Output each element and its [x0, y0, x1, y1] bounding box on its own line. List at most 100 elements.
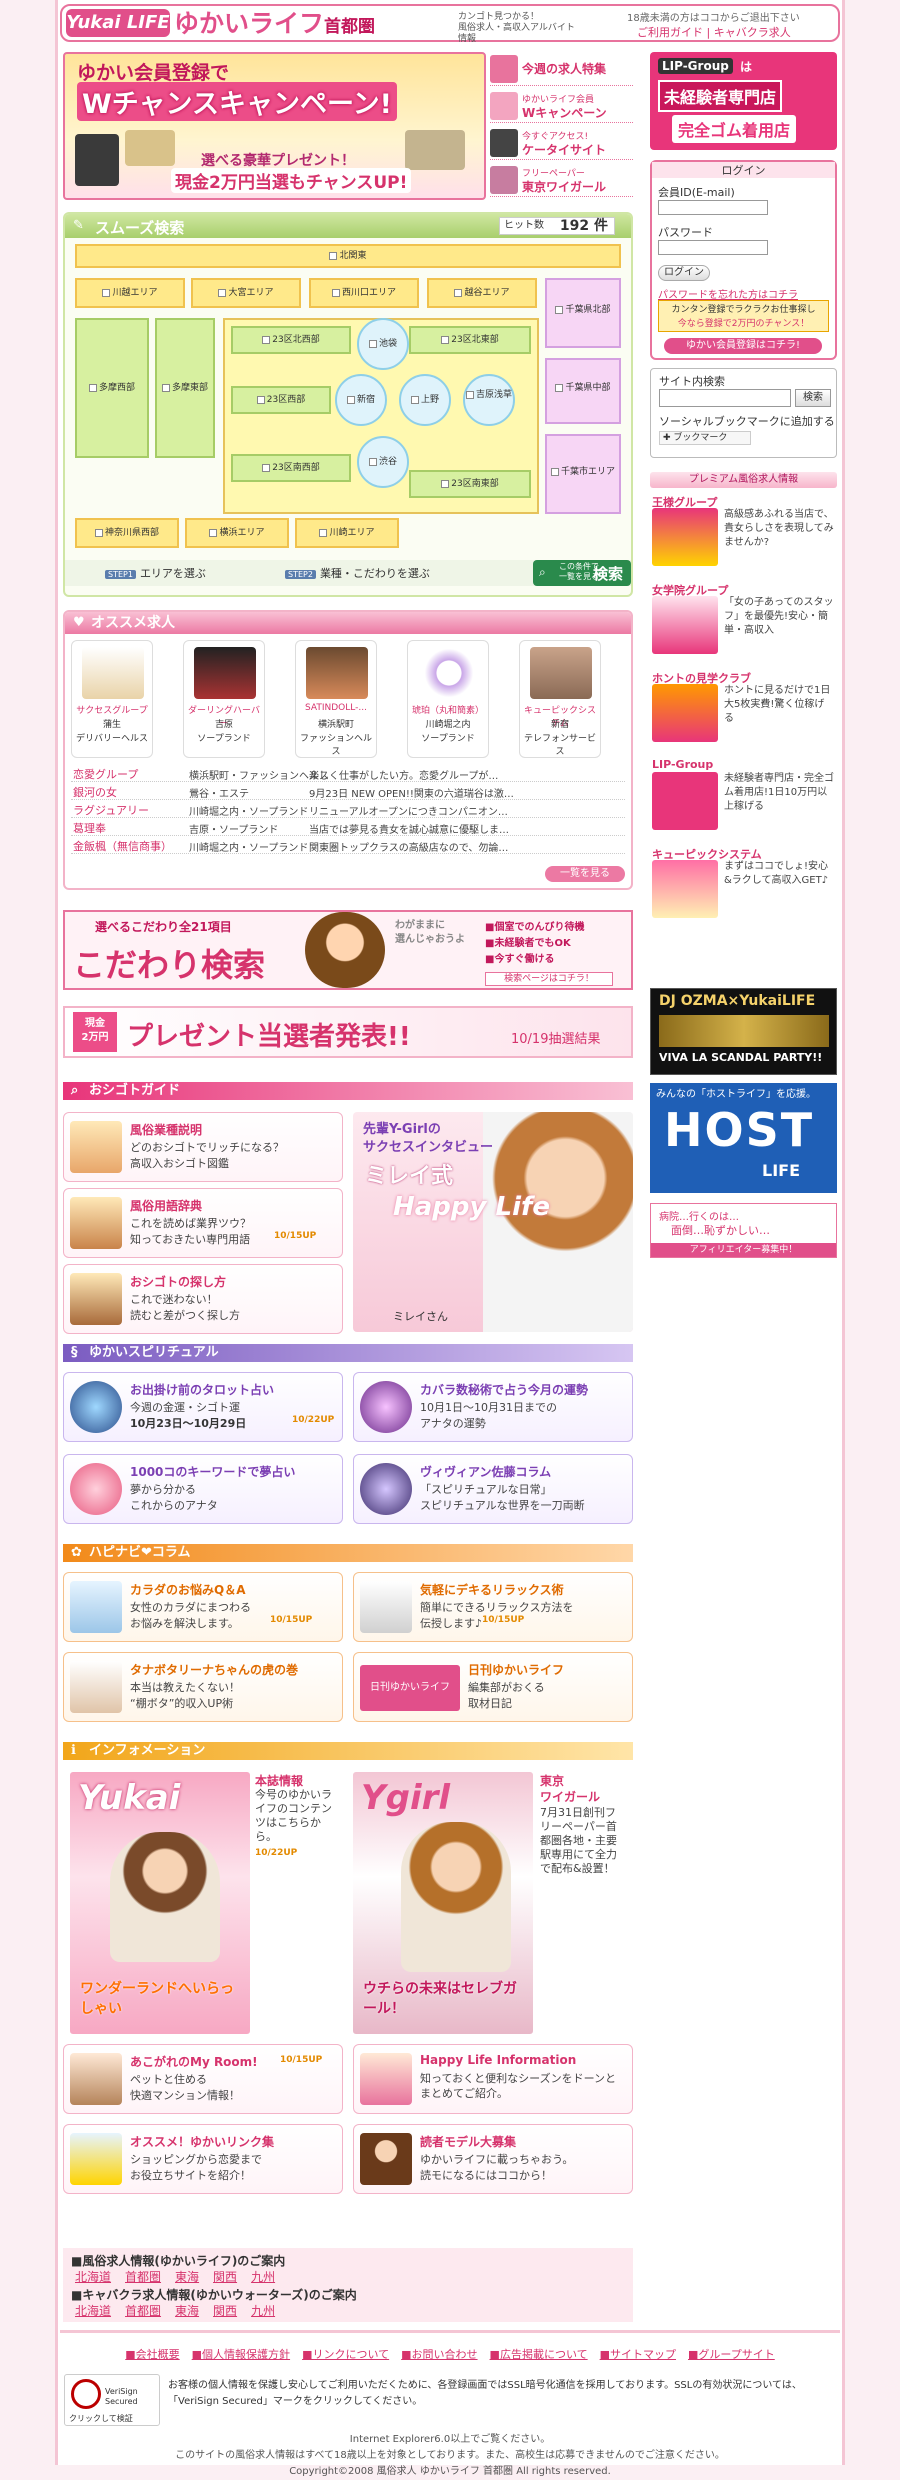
rec-card[interactable]: キューピックシステム 新宿 テレフォンサービス — [519, 640, 601, 758]
area-shibuya[interactable]: 渋谷 — [357, 436, 409, 488]
info-card[interactable]: オススメ！ゆかいリンク集 ショッピングから恋愛まで お役立ちサイトを紹介！ — [63, 2124, 343, 2194]
area-checkbox[interactable] — [555, 383, 564, 392]
table-row[interactable]: ラグジュアリー 川崎堀之内・ソープランド リニューアルオープンにつきコンパニオン… — [71, 800, 625, 818]
table-row[interactable]: 恋愛グループ 横浜駅町・ファッションヘルス 楽しく仕事がしたい方。恋愛グループが… — [71, 764, 625, 782]
area-checkbox[interactable] — [102, 288, 111, 297]
column-card[interactable]: 気軽にデキるリラックス術 簡単にできるリラックス方法を 伝授します♪ 10/15UP — [353, 1572, 633, 1642]
rec-card[interactable]: ダーリングハーバー 吉原 ソープランド — [183, 640, 265, 758]
area-kawasaki[interactable]: 川崎エリア — [295, 518, 399, 548]
info-card[interactable]: あこがれのMy Room! ペットと住める 快適マンション情報！ 10/15UP — [63, 2044, 343, 2114]
mag2-title-2[interactable]: ワイガール — [540, 1788, 600, 1805]
area-checkbox[interactable] — [331, 288, 340, 297]
area-link[interactable]: 首都圏 — [125, 2304, 161, 2318]
verisign-seal[interactable]: VeriSign Secured クリックして検証 — [64, 2374, 160, 2426]
area-tama-east[interactable]: 多摩東部 — [155, 318, 215, 458]
column-card[interactable]: タナボタリーナちゃんの虎の巻 本当は教えたくない！ “棚ボタ”的収入UP術 — [63, 1652, 343, 1722]
area-ikebukuro[interactable]: 池袋 — [357, 318, 409, 370]
bookmark-button[interactable]: ✚ ブックマーク — [659, 431, 751, 445]
host-life-banner[interactable]: みんなの「ホストライフ」を応援。 HOST LIFE — [650, 1083, 837, 1193]
area-checkbox[interactable] — [454, 288, 463, 297]
area-link[interactable]: 関西 — [213, 2270, 237, 2284]
topic-item[interactable]: ゆかいライフ会員 Wキャンペーン — [490, 89, 633, 123]
area-yokohama[interactable]: 横浜エリア — [185, 518, 289, 548]
footer-link[interactable]: ■リンクについて — [302, 2348, 389, 2361]
area-checkbox[interactable] — [88, 383, 97, 392]
site-brand[interactable]: ゆかいライフ首都圏 — [174, 9, 375, 42]
premium-item[interactable]: ホントの見学クラブ ホントに見るだけで1日大5枚実費!驚く位稼げる — [650, 670, 837, 760]
search-button[interactable]: 検索 — [795, 389, 831, 407]
spiritual-card[interactable]: カバラ数秘術で占う今月の運勢 10月1日〜10月31日までの アナタの運勢 — [353, 1372, 633, 1442]
area-checkbox[interactable] — [218, 288, 227, 297]
cabaret-link[interactable]: キャバクラ求人 — [714, 26, 791, 39]
area-checkbox[interactable] — [555, 305, 564, 314]
affiliate-banner[interactable]: 病院…行くのは… 面倒…恥ずかしい… アフィリエイター募集中！ — [650, 1203, 837, 1258]
usage-guide-link[interactable]: ご利用ガイド — [637, 26, 703, 39]
area-koshigaya[interactable]: 越谷エリア — [427, 278, 537, 308]
rec-card[interactable]: SATINDOLL-... 横浜駅町 ファッションヘルス — [295, 640, 377, 758]
footer-link[interactable]: ■お問い合わせ — [401, 2348, 477, 2361]
table-row[interactable]: 葛理奉 吉原・ソープランド 当店では夢見る貴女を誠心誠意に優駆しま… — [71, 818, 625, 836]
area-chiba-north[interactable]: 千葉県北部 — [545, 278, 621, 348]
area-link[interactable]: 九州 — [251, 2304, 275, 2318]
area-checkbox[interactable] — [441, 479, 450, 488]
area-checkbox[interactable] — [256, 395, 265, 404]
area-checkbox[interactable] — [368, 339, 377, 348]
spiritual-card[interactable]: 1000コのキーワードで夢占い 夢から分かる これからのアナタ — [63, 1454, 343, 1524]
area-shinjuku[interactable]: 新宿 — [335, 374, 387, 426]
area-checkbox[interactable] — [161, 383, 170, 392]
area-checkbox[interactable] — [262, 463, 271, 472]
area-ueno[interactable]: 上野 — [399, 374, 451, 426]
area-checkbox[interactable] — [209, 528, 218, 537]
footer-link[interactable]: ■グループサイト — [688, 2348, 775, 2361]
area-link[interactable]: 九州 — [251, 2270, 275, 2284]
site-logo[interactable]: Yukai LIFE — [66, 9, 170, 37]
area-checkbox[interactable] — [550, 467, 559, 476]
area-23ku-sw[interactable]: 23区南西部 — [231, 454, 351, 482]
guide-card[interactable]: 風俗業種説明 どのおシゴトでリッチになる？ 高収入おシゴト図鑑 — [63, 1112, 343, 1182]
area-23ku-west[interactable]: 23区西部 — [231, 386, 331, 414]
recommended-more-button[interactable]: 一覧を見る — [545, 866, 625, 882]
area-chiba-city[interactable]: 千葉市エリア — [545, 434, 621, 514]
info-card[interactable]: 読者モデル大募集 ゆかいライフに載っちゃおう。 読モになるにはココから！ — [353, 2124, 633, 2194]
kodawari-search-button[interactable]: 検索ページはコチラ！ — [485, 972, 613, 986]
login-id-input[interactable] — [658, 200, 768, 215]
footer-link[interactable]: ■会社概要 — [125, 2348, 179, 2361]
premium-item[interactable]: 王様グループ 高級感あふれる当店で、貴女らしさを表現してみませんか? — [650, 494, 837, 584]
footer-link[interactable]: ■個人情報保護方針 — [192, 2348, 290, 2361]
area-checkbox[interactable] — [410, 395, 419, 404]
table-row[interactable]: 銀河の女 鶯谷・エステ 9月23日 NEW OPEN!!関東の六道瑞谷は激… — [71, 782, 625, 800]
premium-item[interactable]: 女学院グループ 「女の子あってのスタッフ」を最優先!安心・簡単・高収入 — [650, 582, 837, 672]
area-nishiguchi[interactable]: 西川口エリア — [309, 278, 419, 308]
area-omiya[interactable]: 大宮エリア — [191, 278, 301, 308]
area-23ku-nw[interactable]: 23区北西部 — [231, 326, 351, 354]
area-link[interactable]: 北海道 — [75, 2304, 111, 2318]
footer-link[interactable]: ■広告掲載について — [490, 2348, 588, 2361]
area-checkbox[interactable] — [262, 335, 271, 344]
login-pw-input[interactable] — [658, 240, 768, 255]
area-checkbox[interactable] — [368, 457, 377, 466]
success-interview-banner[interactable]: 先輩Y-Girlの サクセスインタビュー ミレイ式 Happy Life ミレイ… — [353, 1112, 633, 1332]
spiritual-card[interactable]: お出掛け前のタロット占い 今週の金運・シゴト運 10月23日〜10月29日 10/22… — [63, 1372, 343, 1442]
rec-card[interactable]: サクセスグループ 蒲生 デリバリーヘルス — [71, 640, 153, 758]
area-checkbox[interactable] — [329, 251, 338, 260]
area-tama-west[interactable]: 多摩西部 — [75, 318, 149, 458]
column-card[interactable]: 日刊ゆかいライフ 日刊ゆかいライフ 編集部がおくる 取材日記 — [353, 1652, 633, 1722]
area-checkbox[interactable] — [441, 335, 450, 344]
area-link[interactable]: 東海 — [175, 2270, 199, 2284]
dj-ozma-banner[interactable]: DJ OZMA×YukaiLIFE VIVA LA SCANDAL PARTY!… — [650, 988, 837, 1075]
register-button[interactable]: ゆかい会員登録はコチラ! — [664, 338, 822, 354]
mag1-title[interactable]: 本誌情報 — [255, 1772, 303, 1789]
area-23ku-se[interactable]: 23区南東部 — [409, 470, 531, 498]
area-link[interactable]: 北海道 — [75, 2270, 111, 2284]
area-checkbox[interactable] — [319, 528, 328, 537]
topic-item[interactable]: 今週の求人特集 — [490, 52, 633, 86]
rec-card[interactable]: 琥珀（丸和簡素） 川崎堀之内 ソープランド — [407, 640, 489, 758]
forgot-password-link[interactable]: パスワードを忘れた方はコチラ — [658, 286, 798, 301]
premium-item[interactable]: キューピックシステム まずはココでしょ!安心&ラクして高収入GET♪ — [650, 846, 837, 936]
ygirl-magazine-cover[interactable]: Ygirl ウチらの未来はセレブガール！ — [353, 1772, 533, 2034]
area-23ku-ne[interactable]: 23区北東部 — [409, 326, 531, 354]
search-input[interactable] — [659, 389, 791, 407]
area-link[interactable]: 首都圏 — [125, 2270, 161, 2284]
area-checkbox[interactable] — [465, 390, 474, 399]
area-kitakanto[interactable]: 北関東 — [75, 244, 621, 268]
